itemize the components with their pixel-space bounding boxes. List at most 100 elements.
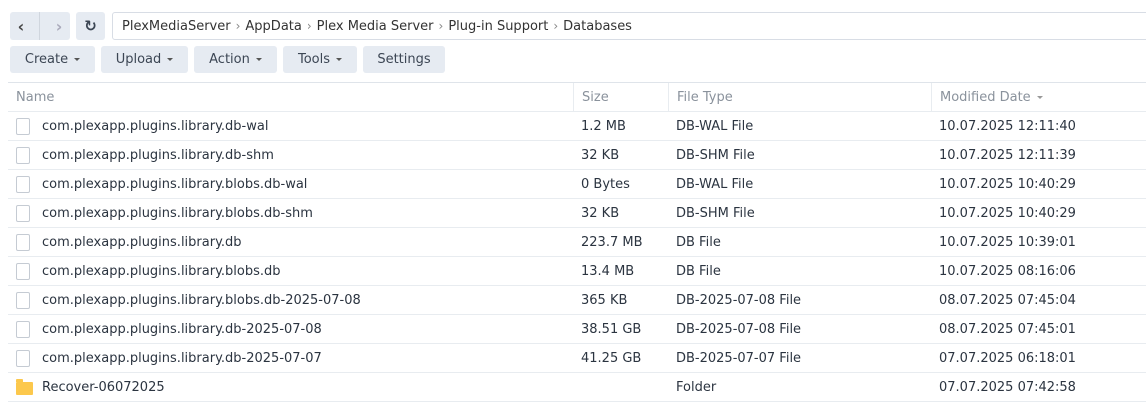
cell-type: DB-SHM File <box>676 147 755 163</box>
cell-size: 365 KB <box>581 292 628 308</box>
file-name: com.plexapp.plugins.library.db-2025-07-0… <box>42 321 322 337</box>
caret-down-icon <box>167 58 174 61</box>
file-name: com.plexapp.plugins.library.blobs.db-202… <box>42 292 361 308</box>
table-row[interactable]: Recover-06072025 Folder 07.07.2025 07:42… <box>8 373 1146 402</box>
col-modified[interactable]: Modified Date <box>931 82 1146 112</box>
tools-label: Tools <box>297 52 331 67</box>
file-name: Recover-06072025 <box>42 379 165 395</box>
file-name: com.plexapp.plugins.library.blobs.db-shm <box>42 205 313 221</box>
tools-button[interactable]: Tools <box>283 46 357 73</box>
cell-name: com.plexapp.plugins.library.db <box>8 233 573 251</box>
file-icon <box>16 175 30 193</box>
cell-type: DB File <box>676 234 721 250</box>
chevron-right-icon: › <box>438 19 444 33</box>
breadcrumb-item[interactable]: Plex Media Server <box>317 19 434 34</box>
folder-icon <box>16 378 33 395</box>
sort-desc-icon <box>1036 95 1043 99</box>
cell-modified: 08.07.2025 07:45:01 <box>939 321 1076 337</box>
chevron-right-icon: › <box>235 19 241 33</box>
cell-size: 223.7 MB <box>581 234 643 250</box>
cell-type: DB-2025-07-08 File <box>676 321 802 337</box>
file-name: com.plexapp.plugins.library.db-shm <box>42 147 274 163</box>
cell-type: DB-SHM File <box>676 205 755 221</box>
cell-modified: 08.07.2025 07:45:04 <box>939 292 1076 308</box>
cell-modified: 10.07.2025 12:11:39 <box>939 147 1076 163</box>
table-row[interactable]: com.plexapp.plugins.library.db-wal 1.2 M… <box>8 112 1146 141</box>
settings-button[interactable]: Settings <box>363 46 445 73</box>
chevron-right-icon: › <box>306 19 312 33</box>
create-label: Create <box>24 52 69 67</box>
cell-type: Folder <box>676 379 717 395</box>
forward-button[interactable]: › <box>56 17 63 36</box>
table-row[interactable]: com.plexapp.plugins.library.blobs.db-wal… <box>8 170 1146 199</box>
refresh-icon: ↻ <box>84 17 97 35</box>
file-icon <box>16 233 30 251</box>
chevron-right-icon: › <box>553 19 559 33</box>
caret-down-icon <box>336 58 343 61</box>
cell-size: 13.4 MB <box>581 263 635 279</box>
table-header: Name Size File Type Modified Date <box>8 82 1146 112</box>
cell-name: com.plexapp.plugins.library.db-2025-07-0… <box>8 320 573 338</box>
back-button[interactable]: ‹ <box>18 17 25 36</box>
file-icon <box>16 117 30 135</box>
refresh-button[interactable]: ↻ <box>76 12 105 40</box>
cell-type: DB-2025-07-07 File <box>676 350 802 366</box>
file-name: com.plexapp.plugins.library.db-2025-07-0… <box>42 350 322 366</box>
cell-size: 32 KB <box>581 147 620 163</box>
table-row[interactable]: com.plexapp.plugins.library.db-shm 32 KB… <box>8 141 1146 170</box>
divider <box>39 12 41 40</box>
cell-name: Recover-06072025 <box>8 378 573 395</box>
file-table: Name Size File Type Modified Date com.pl… <box>8 82 1146 402</box>
cell-modified: 10.07.2025 10:40:29 <box>939 205 1076 221</box>
file-icon <box>16 262 30 280</box>
breadcrumb[interactable]: PlexMediaServer › AppData › Plex Media Serve… <box>112 12 1146 40</box>
cell-name: com.plexapp.plugins.library.blobs.db <box>8 262 573 280</box>
file-icon <box>16 204 30 222</box>
breadcrumb-item[interactable]: Plug-in Support <box>448 19 548 34</box>
action-label: Action <box>209 52 250 67</box>
file-icon <box>16 320 30 338</box>
col-size[interactable]: Size <box>573 82 668 112</box>
caret-down-icon <box>255 58 262 61</box>
cell-modified: 10.07.2025 08:16:06 <box>939 263 1076 279</box>
col-modified-label: Modified Date <box>940 89 1031 105</box>
breadcrumb-item[interactable]: Databases <box>563 19 632 34</box>
cell-modified: 07.07.2025 06:18:01 <box>939 350 1076 366</box>
settings-label: Settings <box>377 52 431 67</box>
cell-name: com.plexapp.plugins.library.db-shm <box>8 146 573 164</box>
cell-name: com.plexapp.plugins.library.db-2025-07-0… <box>8 349 573 367</box>
cell-name: com.plexapp.plugins.library.blobs.db-202… <box>8 291 573 309</box>
file-icon <box>16 349 30 367</box>
upload-button[interactable]: Upload <box>101 46 188 73</box>
cell-modified: 07.07.2025 07:42:58 <box>939 379 1076 395</box>
table-row[interactable]: com.plexapp.plugins.library.db-2025-07-0… <box>8 344 1146 373</box>
col-type[interactable]: File Type <box>668 82 931 112</box>
table-row[interactable]: com.plexapp.plugins.library.blobs.db 13.… <box>8 257 1146 286</box>
cell-type: DB File <box>676 263 721 279</box>
cell-modified: 10.07.2025 10:40:29 <box>939 176 1076 192</box>
col-name[interactable]: Name <box>8 90 573 105</box>
cell-name: com.plexapp.plugins.library.blobs.db-wal <box>8 175 573 193</box>
action-button[interactable]: Action <box>194 46 277 73</box>
cell-type: DB-2025-07-08 File <box>676 292 802 308</box>
table-row[interactable]: com.plexapp.plugins.library.db 223.7 MB … <box>8 228 1146 257</box>
cell-name: com.plexapp.plugins.library.db-wal <box>8 117 573 135</box>
cell-name: com.plexapp.plugins.library.blobs.db-shm <box>8 204 573 222</box>
file-name: com.plexapp.plugins.library.blobs.db <box>42 263 281 279</box>
create-button[interactable]: Create <box>10 46 95 73</box>
caret-down-icon <box>74 58 81 61</box>
nav-buttons: ‹ › <box>10 12 70 40</box>
breadcrumb-item[interactable]: AppData <box>245 19 301 34</box>
table-row[interactable]: com.plexapp.plugins.library.db-2025-07-0… <box>8 315 1146 344</box>
file-name: com.plexapp.plugins.library.db <box>42 234 242 250</box>
file-name: com.plexapp.plugins.library.blobs.db-wal <box>42 176 308 192</box>
breadcrumb-item[interactable]: PlexMediaServer <box>122 19 231 34</box>
file-icon <box>16 146 30 164</box>
table-row[interactable]: com.plexapp.plugins.library.blobs.db-shm… <box>8 199 1146 228</box>
cell-size: 32 KB <box>581 205 620 221</box>
cell-size: 0 Bytes <box>581 176 630 192</box>
table-row[interactable]: com.plexapp.plugins.library.blobs.db-202… <box>8 286 1146 315</box>
cell-size: 41.25 GB <box>581 350 642 366</box>
file-name: com.plexapp.plugins.library.db-wal <box>42 118 269 134</box>
upload-label: Upload <box>115 52 162 67</box>
